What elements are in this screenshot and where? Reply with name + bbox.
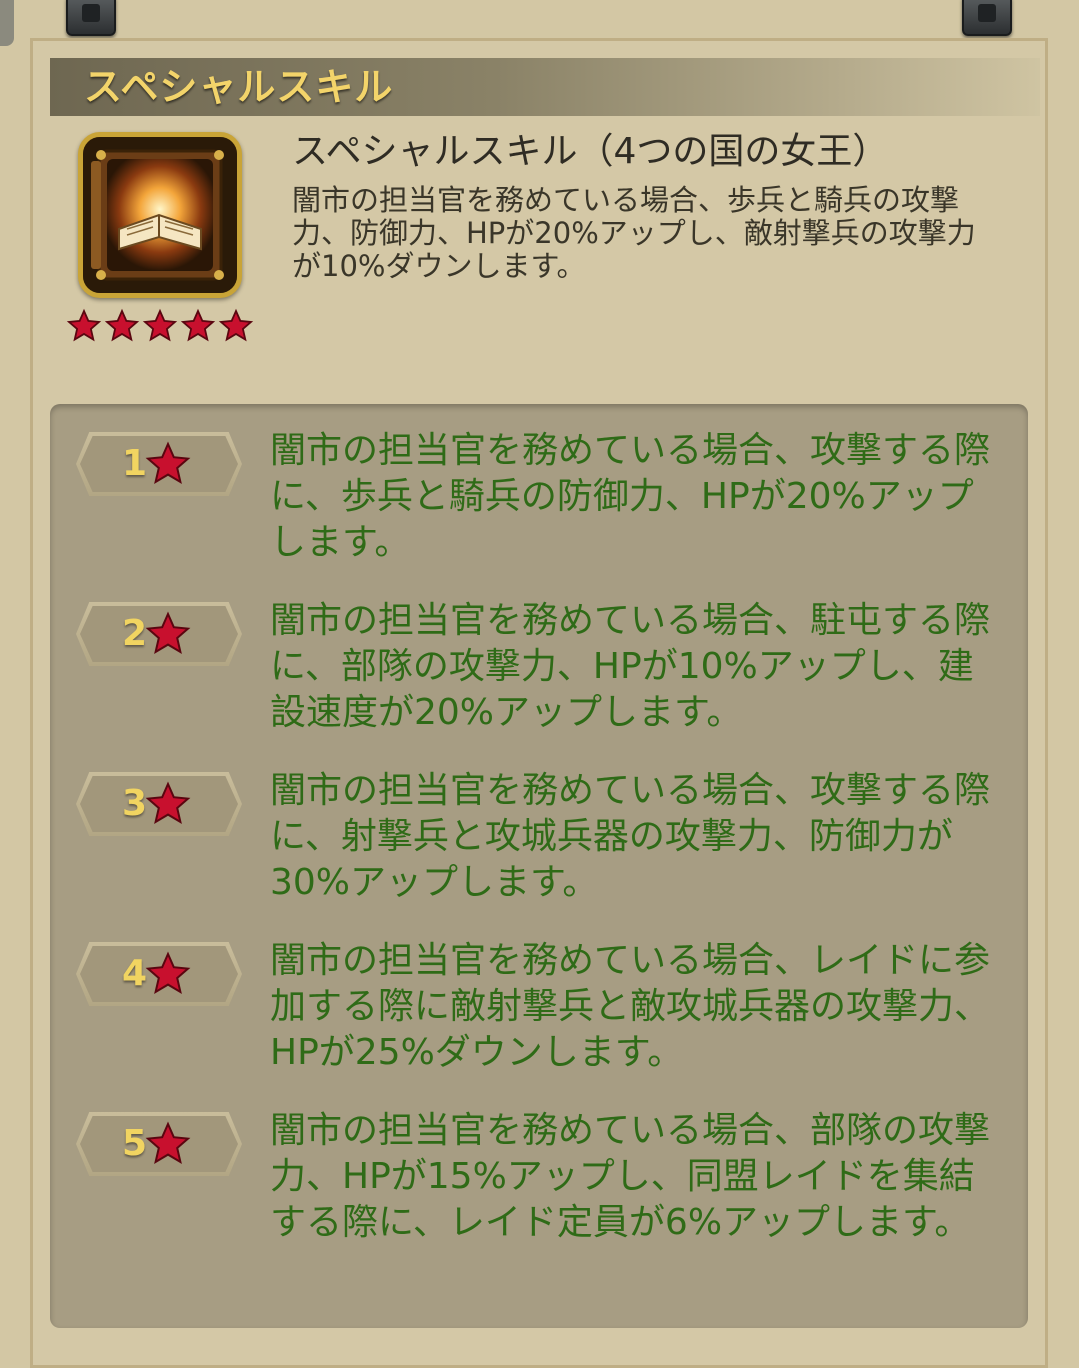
- level-badge-1: 1: [76, 432, 242, 496]
- star-rating: [66, 308, 256, 348]
- level-description-3: 闇市の担当官を務めている場合、攻撃する際に、射撃兵と攻城兵器の攻撃力、防御力が3…: [270, 770, 991, 903]
- skill-name: スペシャルスキル（4つの国の女王）: [292, 131, 889, 172]
- level-description-5: 闇市の担当官を務めている場合、部隊の攻撃力、HPが15%アップし、同盟レイドを集…: [270, 1110, 991, 1243]
- star-icon: [145, 611, 191, 655]
- level-description-4: 闇市の担当官を務めている場合、レイドに参加する際に敵射撃兵と敵攻城兵器の攻撃力、…: [270, 940, 991, 1073]
- frame-bracket-right: [962, 0, 1012, 36]
- star-icon: [142, 308, 178, 342]
- star-icon: [145, 441, 191, 485]
- star-icon: [145, 951, 191, 995]
- star-icon: [218, 308, 254, 342]
- level-description-2: 闇市の担当官を務めている場合、駐屯する際に、部隊の攻撃力、HPが10%アップし、…: [270, 600, 991, 733]
- frame-bracket-left: [66, 0, 116, 36]
- star-icon: [180, 308, 216, 342]
- level-description-1: 闇市の担当官を務めている場合、攻撃する際に、歩兵と騎兵の防御力、HPが20%アッ…: [270, 430, 991, 563]
- star-icon: [66, 308, 102, 342]
- level-badge-4: 4: [76, 942, 242, 1006]
- star-icon: [104, 308, 140, 342]
- header-title: スペシャルスキル: [84, 65, 394, 109]
- level-badge-3: 3: [76, 772, 242, 836]
- star-icon: [145, 781, 191, 825]
- spell-book-icon: [78, 132, 242, 298]
- star-icon: [145, 1121, 191, 1165]
- skill-description: 闇市の担当官を務めている場合、歩兵と騎兵の攻撃力、防御力、HPが20%アップし、…: [292, 183, 976, 283]
- level-badge-2: 2: [76, 602, 242, 666]
- left-edge-strip: [0, 0, 14, 46]
- level-badge-5: 5: [76, 1112, 242, 1176]
